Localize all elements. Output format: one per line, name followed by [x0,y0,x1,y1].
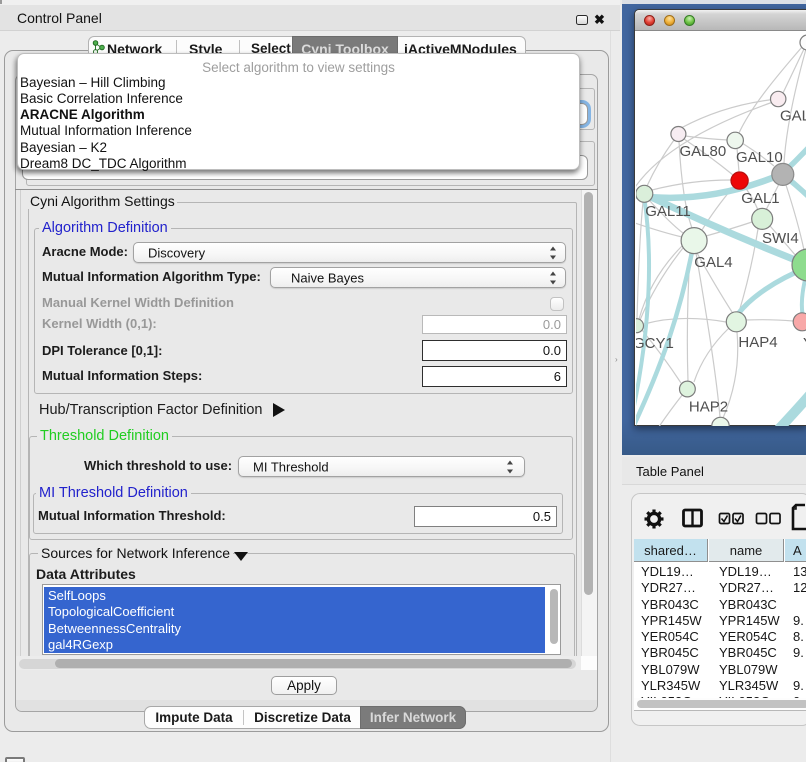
svg-text:HAP2: HAP2 [689,399,728,416]
svg-text:GAL4: GAL4 [694,254,732,271]
svg-text:GAL10: GAL10 [736,149,783,166]
svg-text:GAL1: GAL1 [741,190,779,207]
svg-text:HAP4: HAP4 [738,334,777,351]
svg-text:GAL80: GAL80 [680,143,727,160]
svg-text:GAL7: GAL7 [780,108,806,125]
svg-text:GCY1: GCY1 [636,335,674,352]
svg-text:GAL11: GAL11 [645,203,691,220]
svg-text:SWI4: SWI4 [762,230,799,247]
